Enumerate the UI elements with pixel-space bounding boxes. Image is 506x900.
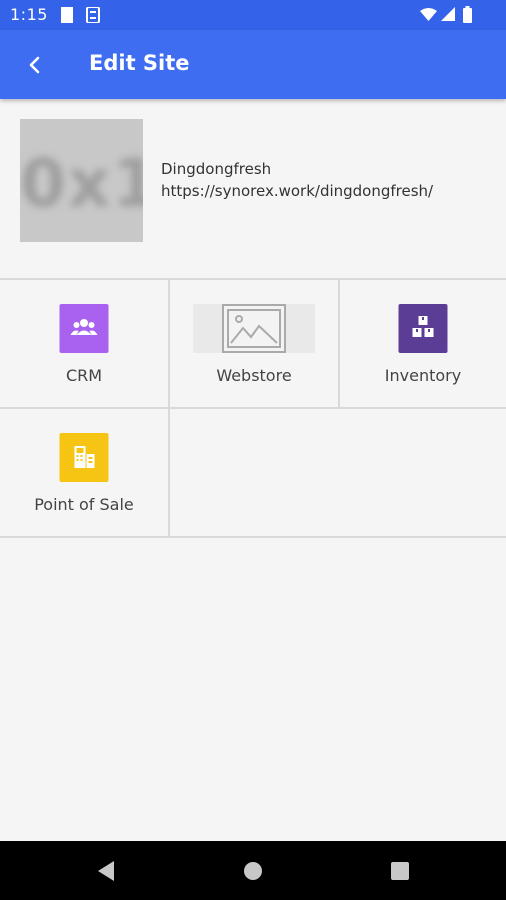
image-placeholder-icon	[193, 304, 315, 353]
sync-icon	[86, 7, 100, 23]
site-name: Dingdongfresh	[161, 160, 272, 178]
app-tile-label: Inventory	[384, 366, 462, 385]
app-tile-label: Webstore	[216, 366, 292, 385]
status-bar: 1:15	[0, 0, 506, 30]
app-tile-label: Point of Sale	[34, 495, 134, 514]
site-thumbnail: 0x1	[20, 119, 143, 242]
app-tile-inventory[interactable]: Inventory	[340, 280, 506, 407]
battery-icon	[463, 6, 472, 23]
crm-people-icon	[59, 304, 109, 353]
nav-home-icon[interactable]	[243, 861, 263, 881]
sd-card-icon	[61, 7, 73, 23]
pos-terminal-icon	[59, 433, 109, 482]
back-button[interactable]	[20, 50, 50, 80]
wifi-icon	[420, 8, 437, 21]
app-tile-crm[interactable]: CRM	[0, 280, 168, 407]
nav-recents-icon[interactable]	[391, 862, 409, 880]
app-tile-point-of-sale[interactable]: Point of Sale	[0, 409, 168, 536]
signal-icon	[441, 7, 455, 21]
boxes-icon	[398, 304, 448, 353]
navigation-bar	[0, 841, 506, 900]
chevron-left-icon	[29, 56, 40, 74]
app-tile-label: CRM	[65, 366, 103, 385]
nav-back-icon[interactable]	[96, 860, 116, 882]
site-url: https://synorex.work/dingdongfresh/	[161, 182, 434, 200]
app-tile-webstore[interactable]: Webstore	[170, 280, 338, 407]
app-bar: Edit Site	[0, 30, 506, 99]
page-title: Edit Site	[89, 51, 190, 75]
status-time: 1:15	[10, 5, 48, 24]
thumbnail-text: 0x1	[20, 145, 143, 222]
divider	[0, 536, 506, 538]
